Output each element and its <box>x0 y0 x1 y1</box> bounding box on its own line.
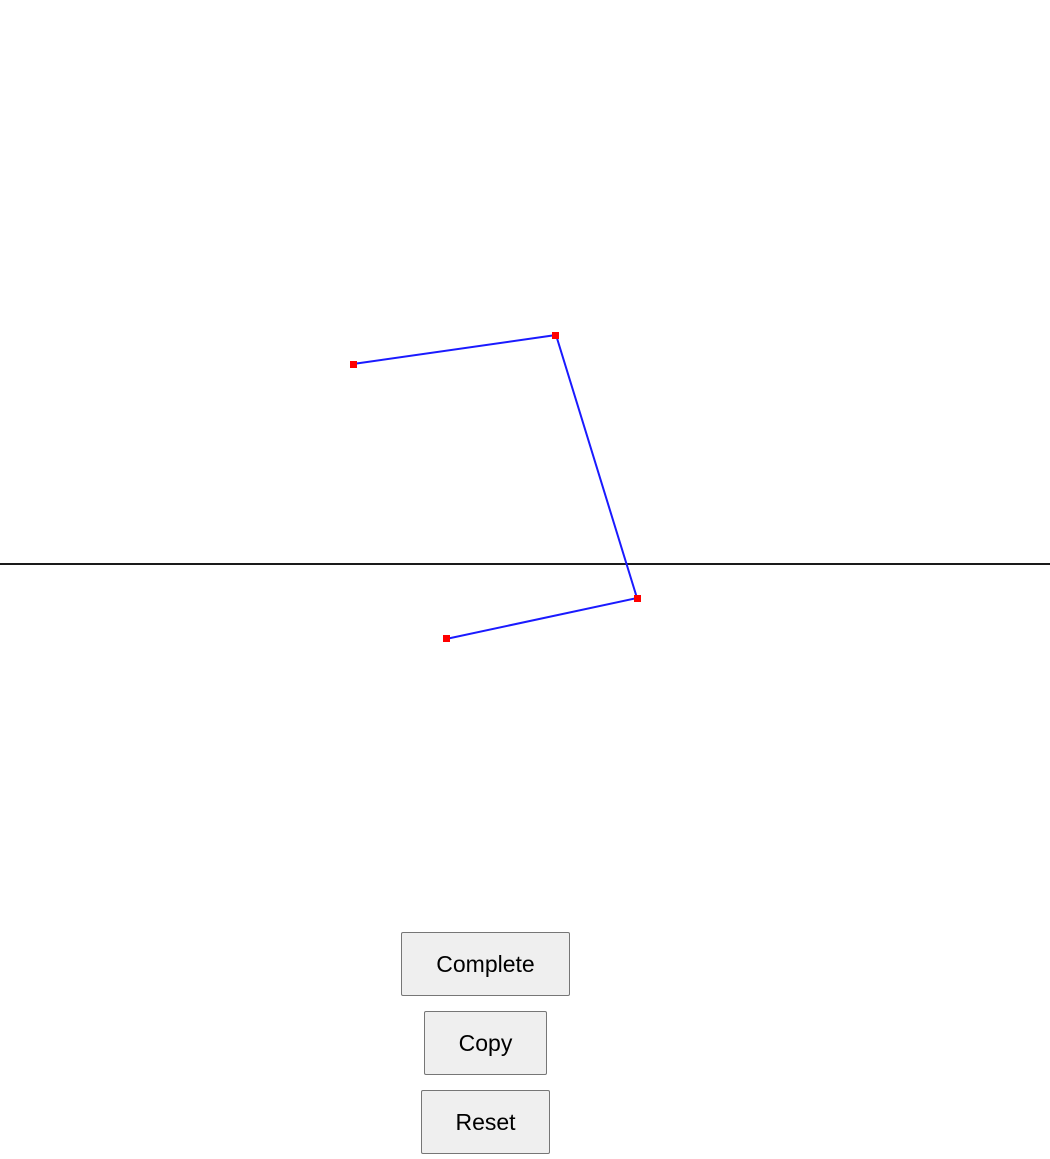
vertex-point-1[interactable] <box>350 361 357 368</box>
copy-button[interactable]: Copy <box>424 1011 547 1075</box>
complete-button[interactable]: Complete <box>401 932 570 996</box>
vertex-point-2[interactable] <box>552 332 559 339</box>
reset-button[interactable]: Reset <box>421 1090 550 1154</box>
drawing-app: Complete Copy Reset <box>0 0 1050 1159</box>
vertex-point-3[interactable] <box>634 595 641 602</box>
polyline-path <box>352 333 639 640</box>
vertex-point-4[interactable] <box>443 635 450 642</box>
drawing-canvas[interactable] <box>0 0 1050 900</box>
